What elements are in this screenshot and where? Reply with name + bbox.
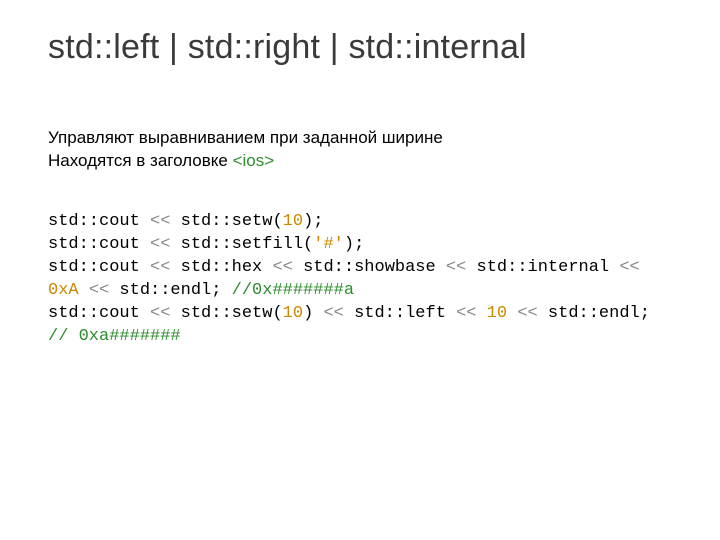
- code-line-2: std::cout << std::setfill('#');: [48, 235, 364, 254]
- slide: std::left | std::right | std::internal У…: [0, 0, 720, 540]
- code-block: std::cout << std::setw(10); std::cout <<…: [48, 211, 672, 349]
- comment-1: //0x#######a: [232, 281, 354, 300]
- code-line-4: std::cout << std::setw(10) << std::left …: [48, 304, 660, 346]
- header-name: <ios>: [233, 151, 275, 170]
- code-line-3: std::cout << std::hex << std::showbase <…: [48, 258, 650, 300]
- comment-2: // 0xa#######: [48, 327, 181, 346]
- description-block: Управляют выравниванием при заданной шир…: [48, 127, 672, 173]
- slide-title: std::left | std::right | std::internal: [48, 28, 672, 67]
- desc-line-2: Находятся в заголовке <ios>: [48, 150, 672, 173]
- code-line-1: std::cout << std::setw(10);: [48, 212, 323, 231]
- desc-line-1: Управляют выравниванием при заданной шир…: [48, 127, 672, 150]
- desc-line-2-text: Находятся в заголовке: [48, 151, 233, 170]
